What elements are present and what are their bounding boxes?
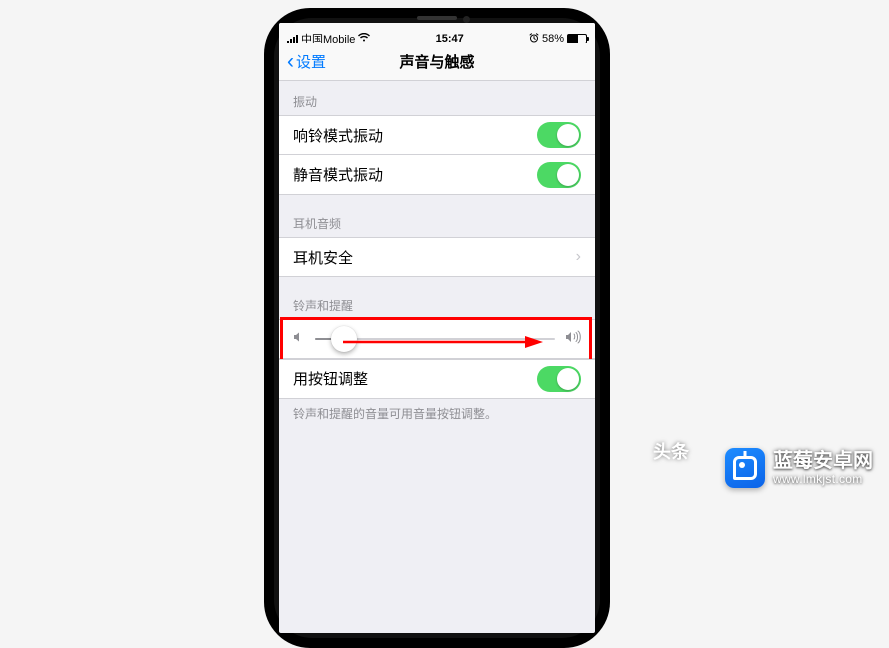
row-silent-vibrate[interactable]: 静音模式振动 — [279, 155, 595, 195]
phone-device-frame: 中国Mobile 15:47 58% — [264, 8, 610, 648]
chevron-right-icon: › — [576, 248, 581, 266]
row-ring-vibrate[interactable]: 响铃模式振动 — [279, 115, 595, 155]
watermark-site-name: 蓝莓安卓网 — [773, 450, 873, 473]
toggle-ring-vibrate[interactable] — [537, 122, 581, 148]
row-label: 用按钮调整 — [293, 368, 537, 389]
section-header-headphone: 耳机音频 — [279, 195, 595, 237]
section-header-vibrate: 振动 — [279, 81, 595, 115]
phone-speaker — [417, 16, 457, 20]
watermark-logo-icon — [725, 448, 765, 488]
row-headphone-safety[interactable]: 耳机安全 › — [279, 237, 595, 277]
volume-low-icon — [293, 331, 305, 346]
phone-bezel: 中国Mobile 15:47 58% — [274, 18, 600, 638]
row-button-adjust[interactable]: 用按钮调整 — [279, 359, 595, 399]
row-label: 响铃模式振动 — [293, 125, 537, 146]
navigation-bar: ‹ 设置 声音与触感 — [279, 43, 595, 81]
watermark: 蓝莓安卓网 www.lmkjst.com — [725, 448, 873, 488]
row-label: 耳机安全 — [293, 247, 576, 268]
phone-camera — [463, 16, 470, 23]
toggle-silent-vibrate[interactable] — [537, 162, 581, 188]
volume-slider[interactable] — [315, 338, 555, 340]
toggle-button-adjust[interactable] — [537, 366, 581, 392]
row-label: 静音模式振动 — [293, 164, 537, 185]
slider-thumb[interactable] — [331, 326, 357, 352]
volume-high-icon — [565, 330, 581, 348]
page-title: 声音与触感 — [279, 51, 595, 72]
status-bar: 中国Mobile 15:47 58% — [279, 23, 595, 43]
row-volume-slider — [279, 319, 595, 359]
footer-hint: 铃声和提醒的音量可用音量按钮调整。 — [279, 399, 595, 426]
section-header-ringer: 铃声和提醒 — [279, 277, 595, 319]
watermark-site-url: www.lmkjst.com — [773, 473, 873, 487]
phone-screen: 中国Mobile 15:47 58% — [279, 23, 595, 633]
watermark-cut-text: 头条 — [653, 438, 689, 464]
